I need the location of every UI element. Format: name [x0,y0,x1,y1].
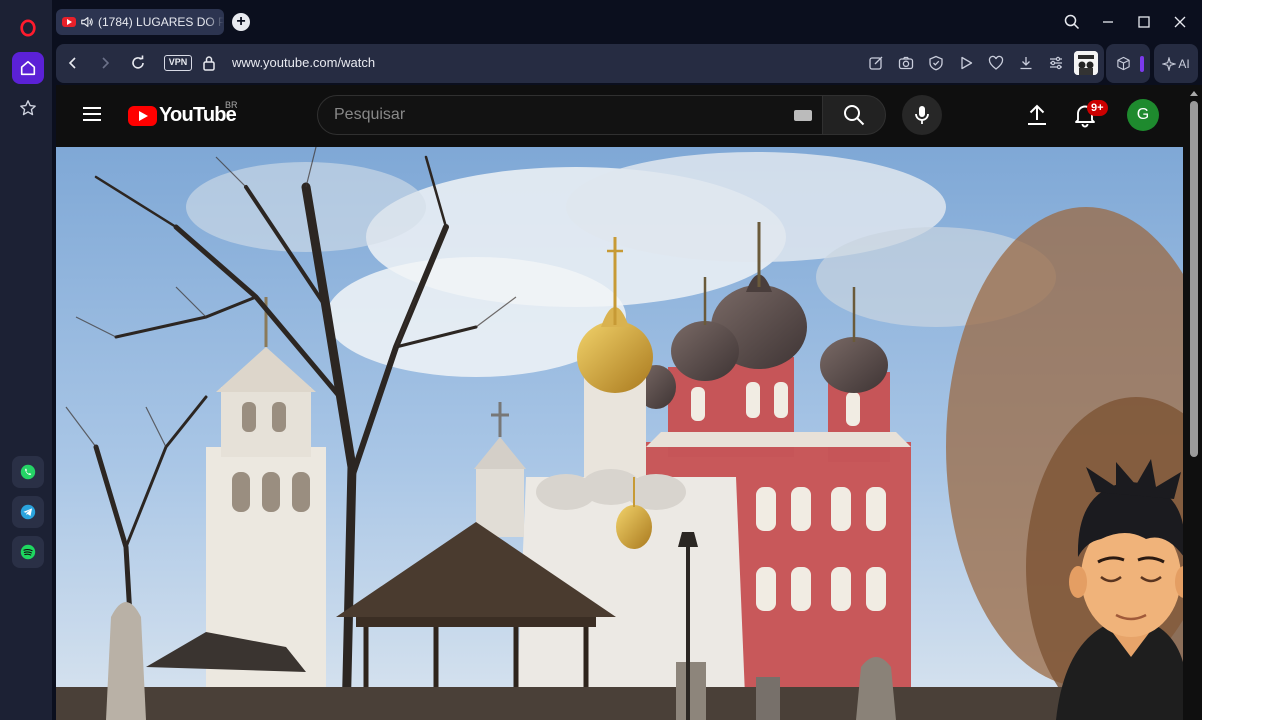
search-icon [844,105,865,126]
extension-indicator [1140,56,1144,72]
telegram-icon[interactable] [12,496,44,528]
video-frame-monastery [56,147,1183,720]
region-code: BR [225,100,238,110]
profile-extension-icon[interactable] [1074,51,1098,75]
new-tab-button[interactable]: + [232,13,250,31]
page-scrollbar[interactable] [1186,85,1202,720]
browser-sidebar [0,0,52,720]
forward-icon[interactable] [96,54,114,72]
spotify-icon[interactable] [12,536,44,568]
ai-label: AI [1178,56,1190,71]
close-window-button[interactable] [1170,12,1190,32]
guide-menu-icon[interactable] [82,106,102,122]
search-button[interactable] [822,95,886,135]
speed-dial-star-icon[interactable] [12,92,44,124]
youtube-header: YouTube BR 9+ G [56,85,1186,147]
voice-search-button[interactable] [902,95,942,135]
account-avatar[interactable]: G [1127,99,1159,131]
edit-page-icon[interactable] [868,55,884,71]
upload-icon[interactable] [1024,102,1050,128]
aria-ai-button[interactable]: AI [1154,44,1198,83]
scroll-up-arrow-icon[interactable] [1190,91,1198,96]
microphone-icon [915,106,929,124]
search-box [317,95,823,135]
maximize-button[interactable] [1134,12,1154,32]
whatsapp-icon[interactable] [12,456,44,488]
ai-sparkle-icon [1162,56,1177,71]
opera-logo-icon[interactable] [12,12,44,44]
heart-icon[interactable] [988,55,1004,71]
extensions-cube-icon[interactable] [1116,56,1131,71]
tab-bar: (1784) LUGARES DO P + [52,0,1202,44]
speaker-icon[interactable] [80,15,94,29]
notification-count-badge: 9+ [1087,100,1108,116]
reload-icon[interactable] [129,54,147,72]
home-icon[interactable] [12,52,44,84]
video-player[interactable] [56,147,1183,720]
ad-blocker-shield-icon[interactable] [928,55,944,71]
scroll-thumb[interactable] [1190,101,1198,457]
tab-search-icon[interactable] [1062,12,1082,32]
player-play-icon[interactable] [958,55,974,71]
extensions-group [1106,44,1150,83]
browser-tab[interactable]: (1784) LUGARES DO P [56,9,224,35]
keyboard-icon[interactable] [794,110,812,121]
address-bar-row: VPN www.youtube.com/watch AI [56,44,1202,83]
url-field[interactable]: www.youtube.com/watch [232,55,375,70]
download-icon[interactable] [1018,55,1034,71]
desktop-background-strip [1202,0,1280,720]
youtube-logo[interactable]: YouTube BR [128,100,238,127]
snapshot-camera-icon[interactable] [898,55,914,71]
minimize-button[interactable] [1098,12,1118,32]
search-input[interactable] [334,106,754,124]
vpn-badge[interactable]: VPN [164,55,192,71]
youtube-favicon-icon [62,17,76,27]
youtube-page: YouTube BR 9+ G [56,85,1202,720]
easy-setup-icon[interactable] [1048,55,1064,71]
address-bar: VPN www.youtube.com/watch [56,44,1104,83]
back-icon[interactable] [64,54,82,72]
tab-title: (1784) LUGARES DO P [98,15,224,29]
lock-icon[interactable] [202,55,216,71]
youtube-play-logo-icon [128,105,157,126]
